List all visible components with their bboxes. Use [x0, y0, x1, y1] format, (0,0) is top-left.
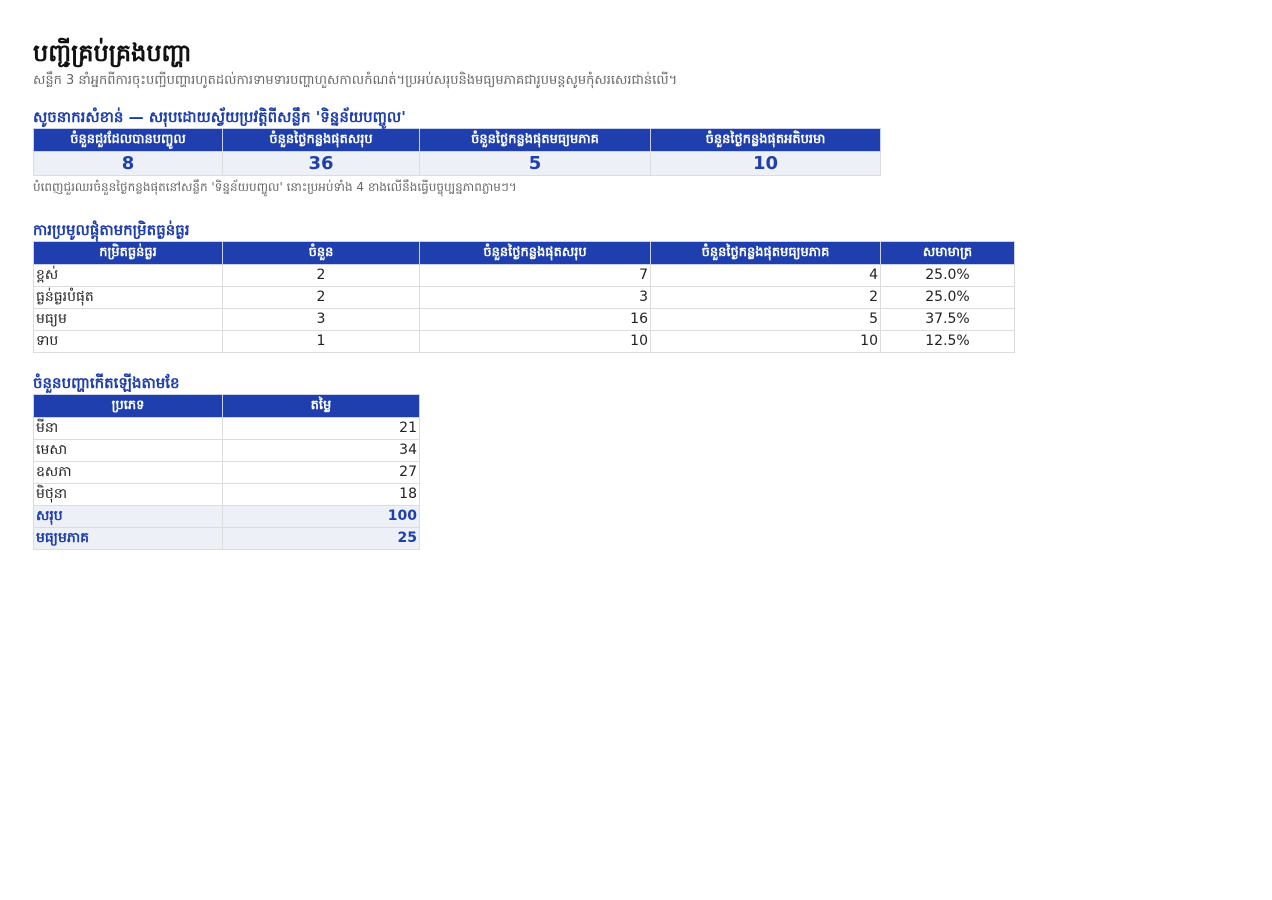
count-cell[interactable]: 3 [222, 308, 420, 331]
count-cell[interactable]: 1 [222, 330, 420, 353]
kpi-header-max-days[interactable]: ចំនួនថ្ងៃកន្លងផុតអតិបរមា [650, 128, 881, 152]
kpi-value-total-days[interactable]: 36 [222, 151, 420, 176]
avg-days-cell[interactable]: 4 [650, 264, 881, 287]
value-cell[interactable]: 18 [222, 483, 420, 506]
table-row: ឧសភា 27 [33, 461, 420, 484]
kpi-value-rows-entered[interactable]: 8 [33, 151, 223, 176]
kpi-header-avg-days[interactable]: ចំនួនថ្ងៃកន្លងផុតមធ្យមភាគ [419, 128, 651, 152]
avg-days-cell[interactable]: 5 [650, 308, 881, 331]
avg-days-cell[interactable]: 10 [650, 330, 881, 353]
total-row: សរុប 100 [33, 505, 420, 528]
priority-header-ratio[interactable]: សមាមាត្រ [880, 241, 1015, 265]
month-cell[interactable]: ឧសភា [33, 461, 223, 484]
page-title: បញ្ជីគ្រប់គ្រងបញ្ហា [33, 39, 192, 67]
kpi-table: ចំនួនជួរដែលបានបញ្ចូល ចំនួនថ្ងៃកន្លងផុតសរ… [33, 128, 881, 176]
priority-section: ការប្រមូលផ្តុំតាមកម្រិតធ្ងន់ធ្ងរ កម្រិតធ… [33, 219, 1272, 353]
priority-section-title: ការប្រមូលផ្តុំតាមកម្រិតធ្ងន់ធ្ងរ [33, 221, 190, 239]
page-subtitle: សន្លឹក 3 នាំអ្នកពីការចុះបញ្ជីបញ្ហារហូតដល… [33, 73, 678, 88]
table-row: ទាប 1 10 10 12.5% [33, 330, 1015, 353]
monthly-header-category[interactable]: ប្រភេទ [33, 394, 223, 418]
severity-cell[interactable]: មធ្យម [33, 308, 223, 331]
priority-header-row: កម្រិតធ្ងន់ធ្ងរ ចំនួន ចំនួនថ្ងៃកន្លងផុតស… [33, 241, 1015, 265]
kpi-header-row: ចំនួនជួរដែលបានបញ្ចូល ចំនួនថ្ងៃកន្លងផុតសរ… [33, 128, 881, 152]
total-days-cell[interactable]: 7 [419, 264, 651, 287]
spreadsheet-page: បញ្ជីគ្រប់គ្រងបញ្ហា សន្លឹក 3 នាំអ្នកពីកា… [0, 0, 1272, 550]
month-cell[interactable]: មេសា [33, 439, 223, 462]
kpi-header-total-days[interactable]: ចំនួនថ្ងៃកន្លងផុតសរុប [222, 128, 420, 152]
kpi-header-rows-entered[interactable]: ចំនួនជួរដែលបានបញ្ចូល [33, 128, 223, 152]
month-cell[interactable]: មិថុនា [33, 483, 223, 506]
priority-header-total-days[interactable]: ចំនួនថ្ងៃកន្លងផុតសរុប [419, 241, 651, 265]
severity-cell[interactable]: ធ្ងន់ធ្ងរបំផុត [33, 286, 223, 309]
month-cell[interactable]: មីនា [33, 417, 223, 440]
total-label-cell[interactable]: សរុប [33, 505, 223, 528]
total-days-cell[interactable]: 10 [419, 330, 651, 353]
average-value-cell[interactable]: 25 [222, 527, 420, 550]
table-row: ធ្ងន់ធ្ងរបំផុត 2 3 2 25.0% [33, 286, 1015, 309]
table-row: មីនា 21 [33, 417, 420, 440]
count-cell[interactable]: 2 [222, 264, 420, 287]
kpi-value-avg-days[interactable]: 5 [419, 151, 651, 176]
table-row: មិថុនា 18 [33, 483, 420, 506]
priority-table: កម្រិតធ្ងន់ធ្ងរ ចំនួន ចំនួនថ្ងៃកន្លងផុតស… [33, 241, 1015, 353]
ratio-cell[interactable]: 37.5% [880, 308, 1015, 331]
priority-header-avg-days[interactable]: ចំនួនថ្ងៃកន្លងផុតមធ្យមភាគ [650, 241, 881, 265]
monthly-section: ចំនួនបញ្ហាកើតឡើងតាមខែ ប្រភេទ តម្លៃ មីនា … [33, 372, 1272, 550]
priority-header-count[interactable]: ចំនួន [222, 241, 420, 265]
ratio-cell[interactable]: 25.0% [880, 286, 1015, 309]
ratio-cell[interactable]: 12.5% [880, 330, 1015, 353]
ratio-cell[interactable]: 25.0% [880, 264, 1015, 287]
average-label-cell[interactable]: មធ្យមភាគ [33, 527, 223, 550]
value-cell[interactable]: 34 [222, 439, 420, 462]
table-row: មេសា 34 [33, 439, 420, 462]
total-days-cell[interactable]: 16 [419, 308, 651, 331]
kpi-value-max-days[interactable]: 10 [650, 151, 881, 176]
average-row: មធ្យមភាគ 25 [33, 527, 420, 550]
count-cell[interactable]: 2 [222, 286, 420, 309]
kpi-note: បំពេញជួរឈរចំនួនថ្ងៃកន្លងផុតនៅសន្លឹក 'ទិន… [33, 180, 517, 194]
kpi-section-title: សូចនាករសំខាន់ — សរុបដោយស្វ័យប្រវត្តិពីសន… [33, 108, 406, 126]
total-value-cell[interactable]: 100 [222, 505, 420, 528]
kpi-section: សូចនាករសំខាន់ — សរុបដោយស្វ័យប្រវត្តិពីសន… [33, 106, 1272, 197]
value-cell[interactable]: 21 [222, 417, 420, 440]
monthly-section-title: ចំនួនបញ្ហាកើតឡើងតាមខែ [33, 374, 180, 392]
monthly-header-row: ប្រភេទ តម្លៃ [33, 394, 420, 418]
value-cell[interactable]: 27 [222, 461, 420, 484]
severity-cell[interactable]: ខ្ពស់ [33, 264, 223, 287]
monthly-header-value[interactable]: តម្លៃ [222, 394, 420, 418]
monthly-table: ប្រភេទ តម្លៃ មីនា 21 មេសា 34 ឧសភា 27 មិថ… [33, 394, 420, 550]
table-row: មធ្យម 3 16 5 37.5% [33, 308, 1015, 331]
avg-days-cell[interactable]: 2 [650, 286, 881, 309]
priority-header-severity[interactable]: កម្រិតធ្ងន់ធ្ងរ [33, 241, 223, 265]
table-row: ខ្ពស់ 2 7 4 25.0% [33, 264, 1015, 287]
total-days-cell[interactable]: 3 [419, 286, 651, 309]
severity-cell[interactable]: ទាប [33, 330, 223, 353]
kpi-value-row: 8 36 5 10 [33, 151, 881, 176]
